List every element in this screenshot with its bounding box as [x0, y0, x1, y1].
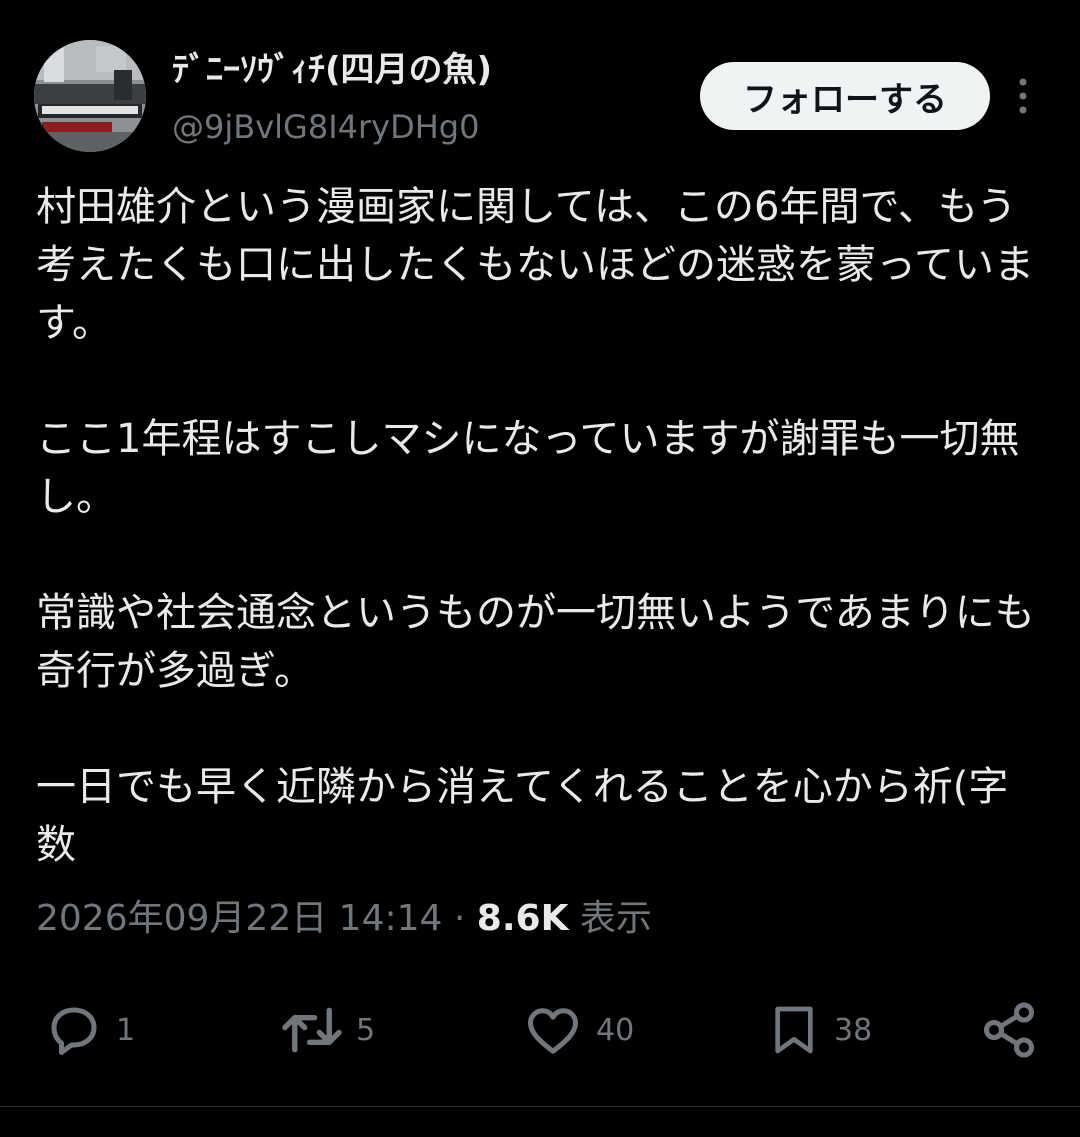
like-count: 40	[596, 1012, 635, 1048]
heart-icon	[522, 1000, 584, 1060]
reply-button[interactable]: 1	[44, 990, 135, 1070]
tweet-paragraph: 村田雄介という漫画家に関しては、この6年間で、もう考えたくも口に出したくもないほ…	[36, 184, 1034, 346]
tweet-paragraph: 常識や社会通念というものが一切無いようであまりにも奇行が多過ぎ。	[36, 590, 1035, 694]
bookmark-icon	[766, 1000, 822, 1060]
reply-count: 1	[116, 1012, 136, 1048]
display-name[interactable]: ﾃﾞﾆｰｿｳﾞｨﾁ(四月の魚)	[172, 48, 492, 92]
more-vertical-icon[interactable]	[1006, 74, 1040, 118]
tweet-timestamp[interactable]: 2026年09月22日 14:14	[36, 898, 442, 939]
avatar[interactable]	[34, 40, 146, 152]
tweet-meta: 2026年09月22日 14:14 · 8.6K 表示	[36, 894, 652, 944]
action-bar: 1 5 40 38	[0, 990, 1080, 1070]
retweet-button[interactable]: 5	[280, 990, 375, 1070]
bookmark-button[interactable]: 38	[766, 990, 872, 1070]
views-count[interactable]: 8.6K	[477, 898, 569, 939]
share-icon	[978, 1000, 1040, 1060]
bookmark-count: 38	[834, 1012, 873, 1048]
tweet-paragraph: ここ1年程はすこしマシになっていますが謝罪も一切無し。	[36, 416, 1020, 520]
like-button[interactable]: 40	[522, 990, 634, 1070]
retweet-count: 5	[356, 1012, 376, 1048]
user-handle[interactable]: @9jBvlG8I4ryDHg0	[172, 106, 479, 148]
tweet-text: 村田雄介という漫画家に関しては、この6年間で、もう考えたくも口に出したくもないほ…	[36, 178, 1046, 874]
divider	[0, 1106, 1080, 1107]
follow-button[interactable]: フォローする	[700, 62, 990, 130]
views-label: 表示	[579, 898, 652, 939]
share-button[interactable]	[978, 990, 1040, 1070]
reply-icon	[44, 1000, 104, 1060]
meta-separator: ·	[453, 898, 466, 939]
retweet-icon	[280, 1000, 344, 1060]
tweet-paragraph: 一日でも早く近隣から消えてくれることを心から祈(字数	[36, 764, 1009, 868]
